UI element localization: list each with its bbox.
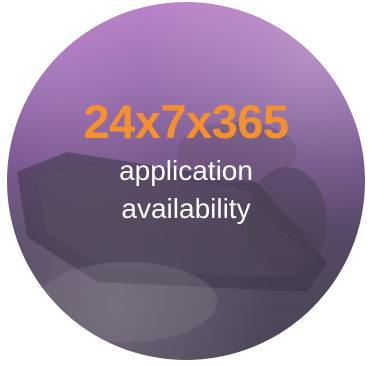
availability-badge: 24x7x365 application availability [7,2,365,360]
canvas: 24x7x365 application availability [0,0,369,366]
availability-headline: 24x7x365 [83,95,289,148]
caption-line-2: availability [121,193,251,224]
availability-caption: application availability [7,152,365,228]
caption-line-1: application [119,155,253,186]
